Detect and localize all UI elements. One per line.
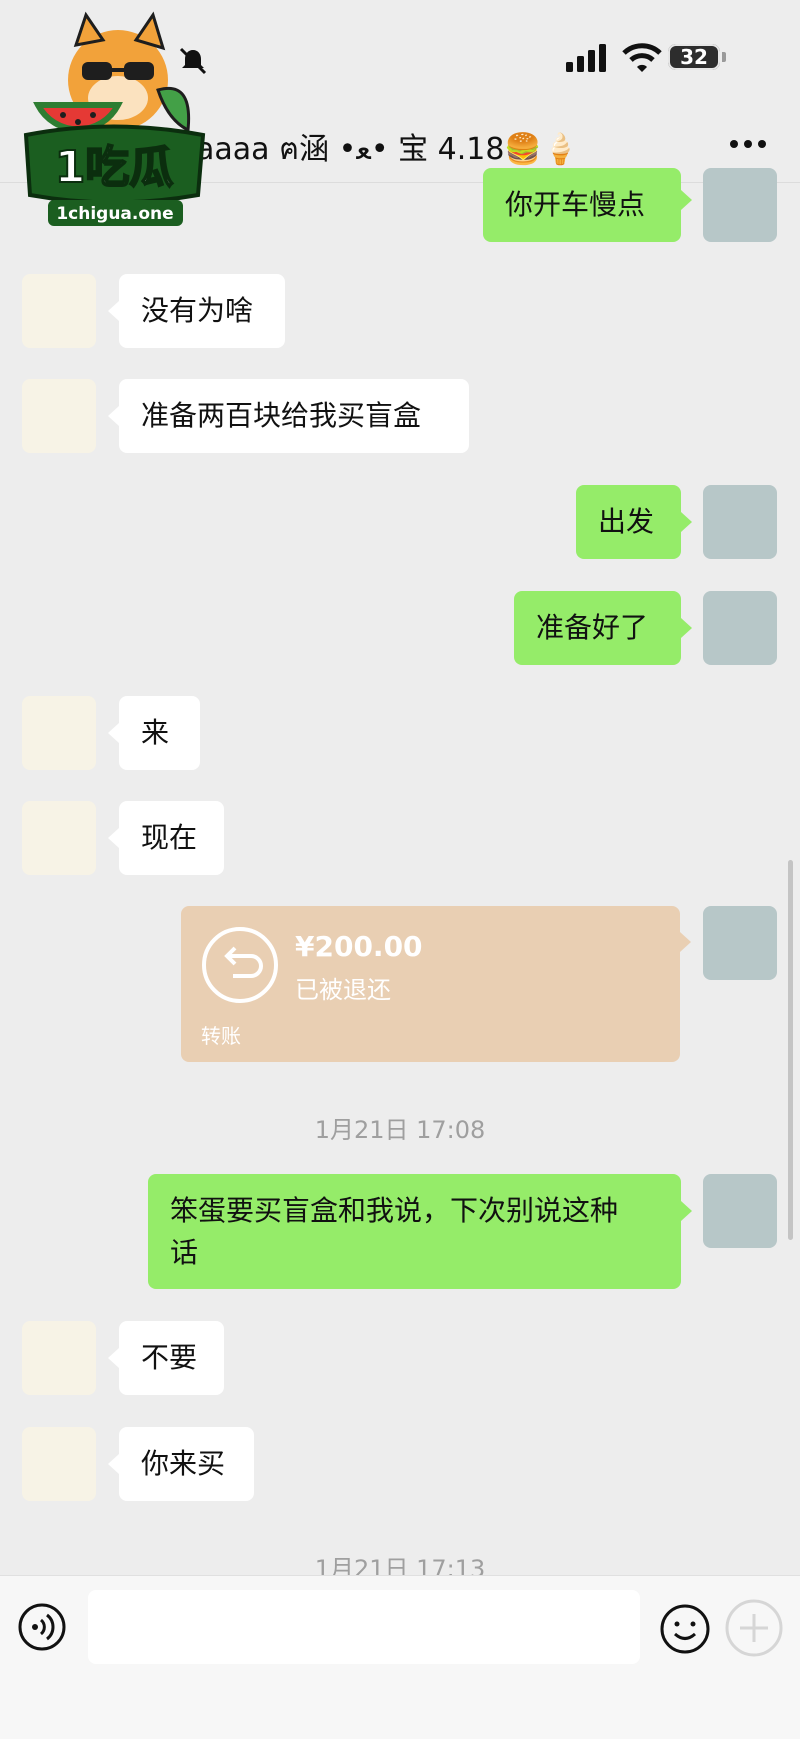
message-input[interactable] xyxy=(88,1590,640,1664)
chat-title: aaaa ฅ涵 •ﻌ• 宝 4.18🍔🍦 xyxy=(196,132,580,167)
watermark-logo: 1吃瓜 1chigua.one xyxy=(23,11,206,226)
message-text-line: 话 xyxy=(170,1236,199,1269)
avatar-peer[interactable] xyxy=(22,696,96,770)
bubble-tail xyxy=(681,190,692,210)
message-bubble-peer[interactable]: 没有为啥 xyxy=(119,274,285,348)
more-icon[interactable] xyxy=(728,134,768,154)
message-text: 现在 xyxy=(141,821,198,854)
message-text: 你开车慢点 xyxy=(505,188,646,221)
voice-icon[interactable] xyxy=(18,1603,66,1651)
message-text: 来 xyxy=(141,716,170,749)
message-text: 没有为啥 xyxy=(141,294,254,327)
message-text: 准备好了 xyxy=(536,611,649,644)
message-bubble-me[interactable]: 准备好了 xyxy=(514,591,681,665)
avatar-me[interactable] xyxy=(703,591,777,665)
message-bubble-peer[interactable]: 不要 xyxy=(119,1321,224,1395)
bubble-tail xyxy=(108,406,119,426)
input-bar xyxy=(0,1575,800,1739)
bubble-tail xyxy=(681,1201,692,1221)
avatar-peer[interactable] xyxy=(22,379,96,453)
scrollbar[interactable] xyxy=(788,860,793,1240)
timestamp: 1月21日 17:08 xyxy=(314,1116,486,1144)
message-text: 出发 xyxy=(598,505,655,538)
message-bubble-me[interactable]: 笨蛋要买盲盒和我说，下次别说这种 话 xyxy=(148,1174,681,1289)
battery-cap xyxy=(722,52,726,62)
bubble-tail xyxy=(680,932,691,952)
message-bubble-peer[interactable]: 准备两百块给我买盲盒 xyxy=(119,379,469,453)
bubble-tail xyxy=(108,723,119,743)
bubble-tail xyxy=(108,1454,119,1474)
transfer-status: 已被退还 xyxy=(295,976,391,1004)
message-bubble-peer[interactable]: 你来买 xyxy=(119,1427,254,1501)
message-bubble-peer[interactable]: 来 xyxy=(119,696,200,770)
signal-icon xyxy=(566,44,606,72)
wifi-icon xyxy=(622,43,662,72)
bubble-tail xyxy=(108,1348,119,1368)
message-bubble-me[interactable]: 你开车慢点 xyxy=(483,168,681,242)
emoji-icon[interactable] xyxy=(659,1603,711,1655)
message-text: 你来买 xyxy=(141,1447,226,1480)
avatar-peer[interactable] xyxy=(22,1427,96,1501)
transfer-label: 转账 xyxy=(201,1024,241,1048)
refund-icon xyxy=(202,927,278,1003)
watermark-text: 1吃瓜 xyxy=(55,142,174,193)
message-bubble-peer[interactable]: 现在 xyxy=(119,801,224,875)
avatar-me[interactable] xyxy=(703,906,777,980)
plus-icon[interactable] xyxy=(724,1598,784,1658)
avatar-me[interactable] xyxy=(703,485,777,559)
bubble-tail xyxy=(108,301,119,321)
battery-indicator: 32 xyxy=(668,44,720,70)
message-text: 不要 xyxy=(141,1341,198,1374)
watermark-domain: 1chigua.one xyxy=(56,204,173,224)
avatar-peer[interactable] xyxy=(22,274,96,348)
avatar-me[interactable] xyxy=(703,1174,777,1248)
bubble-tail xyxy=(681,618,692,638)
transfer-amount: ¥200.00 xyxy=(295,930,423,963)
transfer-card[interactable]: ¥200.00 已被退还 转账 xyxy=(181,906,680,1062)
bubble-tail xyxy=(681,512,692,532)
message-bubble-me[interactable]: 出发 xyxy=(576,485,681,559)
message-text: 准备两百块给我买盲盒 xyxy=(141,399,422,432)
avatar-peer[interactable] xyxy=(22,1321,96,1395)
message-text-line: 笨蛋要买盲盒和我说，下次别说这种 xyxy=(170,1194,619,1227)
bubble-tail xyxy=(108,828,119,848)
avatar-peer[interactable] xyxy=(22,801,96,875)
avatar-me[interactable] xyxy=(703,168,777,242)
